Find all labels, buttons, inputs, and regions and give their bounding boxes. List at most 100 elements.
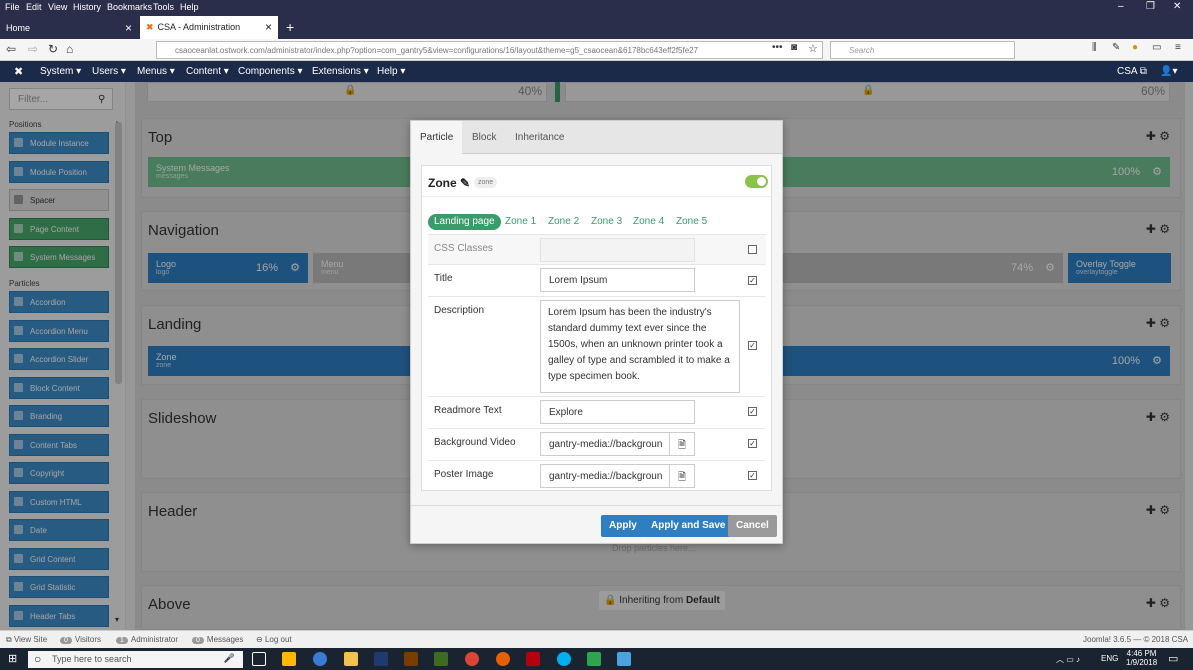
browser-tab-bar: Home × ✖ CSA - Administration × + — [0, 14, 1193, 39]
page-actions-icon[interactable]: ••• — [772, 42, 783, 53]
messages-link[interactable]: 0 Messages — [192, 635, 243, 644]
particle-panel: Zone ✎ zone Landing page Zone 1 Zone 2 Z… — [421, 165, 772, 491]
cancel-button[interactable]: Cancel — [728, 515, 777, 537]
edge-icon[interactable] — [313, 652, 327, 666]
administrator-link[interactable]: 1 Administrator — [116, 635, 178, 644]
view-site-link[interactable]: ⧉ View Site — [6, 635, 47, 645]
menu-bookmarks[interactable]: Bookmarks — [107, 2, 152, 12]
url-bar[interactable]: csaoceanlat.ostwork.com/administrator/in… — [156, 41, 823, 59]
cortana-icon: ○ — [34, 652, 42, 666]
enabled-toggle[interactable] — [745, 175, 768, 188]
file-picker-icon[interactable]: 🗎 — [669, 432, 695, 456]
library-icon[interactable]: ⫼ — [1092, 42, 1097, 53]
tab-csa-label: CSA - Administration — [157, 22, 241, 32]
dreamweaver-icon[interactable] — [434, 652, 448, 666]
forward-icon[interactable]: ⇨ — [28, 42, 38, 56]
sidebar-icon[interactable]: ▭ — [1152, 42, 1161, 53]
nav-users[interactable]: Users ▾ — [92, 66, 126, 77]
apply-and-save-button[interactable]: Apply and Save — [643, 515, 734, 537]
logout-link[interactable]: ⊖ Log out — [256, 635, 292, 644]
skype-icon[interactable] — [557, 652, 571, 666]
menu-tools[interactable]: Tools — [153, 2, 174, 12]
zone-tab-3[interactable]: Zone 3 — [591, 214, 622, 230]
poster-image-checkbox[interactable]: ✓ — [748, 471, 757, 480]
file-explorer-icon[interactable] — [344, 652, 358, 666]
readmore-input[interactable]: Explore — [540, 400, 695, 424]
store-icon[interactable] — [282, 652, 296, 666]
new-tab-icon[interactable]: + — [280, 17, 300, 39]
tab-home-label: Home — [6, 23, 31, 33]
nav-menus[interactable]: Menus ▾ — [137, 66, 175, 77]
notifications-icon[interactable]: ▭ — [1168, 652, 1178, 665]
joomla-logo-icon[interactable]: ✖ — [14, 65, 23, 78]
nav-help[interactable]: Help ▾ — [377, 66, 405, 77]
firefox-icon[interactable] — [496, 652, 510, 666]
css-classes-input[interactable] — [540, 238, 695, 262]
language-indicator[interactable]: ENG — [1101, 654, 1118, 663]
minimize-icon[interactable]: – — [1118, 1, 1124, 12]
microphone-icon[interactable]: 🎤 — [224, 653, 235, 664]
title-checkbox[interactable]: ✓ — [748, 276, 757, 285]
browser-nav-bar: ⇦ ⇨ ↻ ⌂ csaoceanlat.ostwork.com/administ… — [0, 39, 1193, 61]
zone-tab-landing-page[interactable]: Landing page — [428, 214, 501, 230]
description-checkbox[interactable]: ✓ — [748, 341, 757, 350]
restore-icon[interactable]: ❐ — [1146, 1, 1155, 12]
particle-type-tag: zone — [474, 177, 498, 188]
zone-tab-4[interactable]: Zone 4 — [633, 214, 664, 230]
home-icon[interactable]: ⌂ — [66, 42, 73, 56]
nav-content[interactable]: Content ▾ — [186, 66, 229, 77]
clock[interactable]: 4:46 PM 1/9/2018 — [1126, 649, 1157, 667]
close-tab-icon[interactable]: × — [265, 20, 272, 34]
tab-inheritance[interactable]: Inheritance — [506, 121, 573, 154]
site-link[interactable]: CSA ⧉ — [1117, 66, 1147, 77]
css-classes-checkbox[interactable] — [748, 245, 757, 254]
nav-extensions[interactable]: Extensions ▾ — [312, 66, 369, 77]
close-tab-icon[interactable]: × — [125, 21, 132, 35]
tab-home[interactable]: Home × — [0, 17, 138, 39]
zone-tab-5[interactable]: Zone 5 — [676, 214, 707, 230]
poster-image-input[interactable]: gantry-media://backgroun — [540, 464, 670, 488]
title-input[interactable]: Lorem Ipsum — [540, 268, 695, 292]
tab-particle[interactable]: Particle — [411, 121, 463, 154]
menu-edit[interactable]: Edit — [26, 2, 42, 12]
illustrator-icon[interactable] — [404, 652, 418, 666]
hamburger-menu-icon[interactable]: ≡ — [1175, 42, 1181, 53]
back-icon[interactable]: ⇦ — [6, 42, 16, 56]
file-picker-icon[interactable]: 🗎 — [669, 464, 695, 488]
filezilla-icon[interactable] — [526, 652, 540, 666]
tab-block[interactable]: Block — [463, 121, 505, 154]
menu-history[interactable]: History — [73, 2, 101, 12]
system-tray-icons[interactable]: ︿ ▭ ♪ — [1056, 654, 1080, 665]
apply-button[interactable]: Apply — [601, 515, 645, 537]
zone-tab-2[interactable]: Zone 2 — [548, 214, 579, 230]
app-icon[interactable] — [587, 652, 601, 666]
menu-view[interactable]: View — [48, 2, 67, 12]
bookmark-star-icon[interactable]: ☆ — [808, 42, 818, 55]
menu-file[interactable]: File — [5, 2, 20, 12]
tab-csa-administration[interactable]: ✖ CSA - Administration × — [140, 16, 278, 39]
extension-icon[interactable]: ● — [1132, 42, 1138, 53]
windows-start-icon[interactable]: ⊞ — [8, 652, 17, 665]
readmore-checkbox[interactable]: ✓ — [748, 407, 757, 416]
eyedropper-icon[interactable]: ✎ — [1112, 42, 1120, 53]
chrome-icon[interactable] — [465, 652, 479, 666]
nav-system[interactable]: System ▾ — [40, 66, 81, 77]
particle-title[interactable]: Zone ✎ — [428, 176, 470, 190]
description-textarea[interactable]: Lorem Ipsum has been the industry's stan… — [540, 300, 740, 393]
app-icon-2[interactable] — [617, 652, 631, 666]
browser-search-input[interactable]: Search — [830, 41, 1015, 59]
user-menu-icon[interactable]: 👤▾ — [1160, 66, 1177, 77]
background-video-input[interactable]: gantry-media://backgroun — [540, 432, 670, 456]
task-view-icon[interactable] — [252, 652, 266, 666]
photoshop-icon[interactable] — [374, 652, 388, 666]
close-window-icon[interactable]: ✕ — [1173, 1, 1181, 12]
browser-menu-bar: File Edit View History Bookmarks Tools H… — [0, 0, 1193, 14]
zone-tab-1[interactable]: Zone 1 — [505, 214, 536, 230]
background-video-checkbox[interactable]: ✓ — [748, 439, 757, 448]
menu-help[interactable]: Help — [180, 2, 199, 12]
taskbar-search-input[interactable]: ○ Type here to search 🎤 — [28, 651, 243, 668]
pocket-icon[interactable]: ◙ — [791, 42, 797, 53]
nav-components[interactable]: Components ▾ — [238, 66, 303, 77]
visitors-link[interactable]: 0 Visitors — [60, 635, 101, 644]
reload-icon[interactable]: ↻ — [48, 42, 58, 56]
